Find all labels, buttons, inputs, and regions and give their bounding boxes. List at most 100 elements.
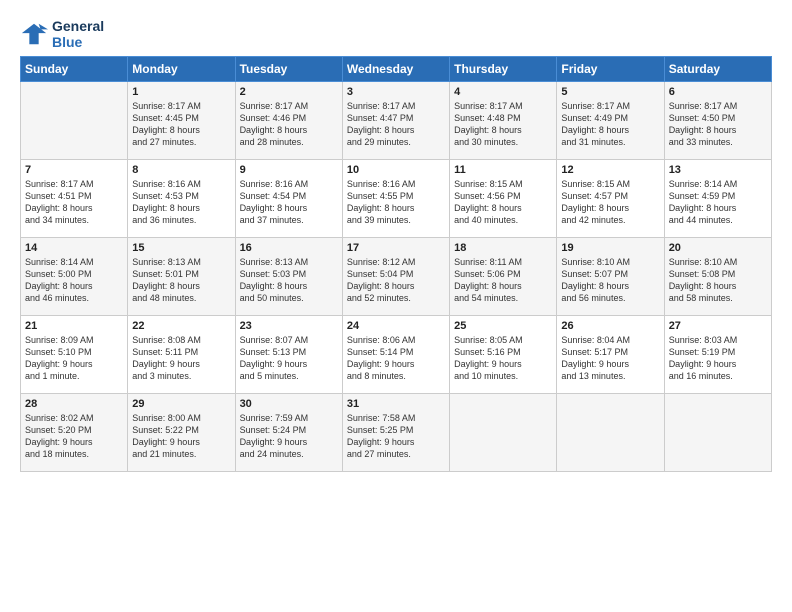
cell-content: Sunrise: 7:58 AM Sunset: 5:25 PM Dayligh… bbox=[347, 412, 445, 461]
cell-content: Sunrise: 8:09 AM Sunset: 5:10 PM Dayligh… bbox=[25, 334, 123, 383]
day-number: 29 bbox=[132, 398, 230, 410]
weekday-header: Sunday bbox=[21, 57, 128, 82]
day-number: 20 bbox=[669, 242, 767, 254]
day-number: 6 bbox=[669, 86, 767, 98]
calendar-cell: 15Sunrise: 8:13 AM Sunset: 5:01 PM Dayli… bbox=[128, 238, 235, 316]
weekday-header: Thursday bbox=[450, 57, 557, 82]
logo-text: General Blue bbox=[52, 18, 104, 50]
calendar-page: General Blue SundayMondayTuesdayWednesda… bbox=[0, 0, 792, 612]
cell-content: Sunrise: 8:17 AM Sunset: 4:51 PM Dayligh… bbox=[25, 178, 123, 227]
cell-content: Sunrise: 8:13 AM Sunset: 5:01 PM Dayligh… bbox=[132, 256, 230, 305]
day-number: 12 bbox=[561, 164, 659, 176]
day-number: 8 bbox=[132, 164, 230, 176]
calendar-cell: 11Sunrise: 8:15 AM Sunset: 4:56 PM Dayli… bbox=[450, 160, 557, 238]
calendar-cell: 28 Sunrise: 8:02 AM Sunset: 5:20 PM Dayli… bbox=[21, 394, 128, 472]
weekday-header-row: SundayMondayTuesdayWednesdayThursdayFrid… bbox=[21, 57, 772, 82]
calendar-week-row: 7 Sunrise: 8:17 AM Sunset: 4:51 PM Daylig… bbox=[21, 160, 772, 238]
cell-content: Sunrise: 8:12 AM Sunset: 5:04 PM Dayligh… bbox=[347, 256, 445, 305]
calendar-week-row: 21 Sunrise: 8:09 AM Sunset: 5:10 PM Dayli… bbox=[21, 316, 772, 394]
calendar-cell: 7 Sunrise: 8:17 AM Sunset: 4:51 PM Daylig… bbox=[21, 160, 128, 238]
cell-content: Sunrise: 8:08 AM Sunset: 5:11 PM Dayligh… bbox=[132, 334, 230, 383]
calendar-cell bbox=[450, 394, 557, 472]
calendar-cell: 4Sunrise: 8:17 AM Sunset: 4:48 PM Daylig… bbox=[450, 82, 557, 160]
day-number: 10 bbox=[347, 164, 445, 176]
cell-content: Sunrise: 8:14 AM Sunset: 5:00 PM Dayligh… bbox=[25, 256, 123, 305]
calendar-cell: 23 Sunrise: 8:07 AM Sunset: 5:13 PM Dayli… bbox=[235, 316, 342, 394]
calendar-cell: 17 Sunrise: 8:12 AM Sunset: 5:04 PM Dayli… bbox=[342, 238, 449, 316]
cell-content: Sunrise: 8:02 AM Sunset: 5:20 PM Dayligh… bbox=[25, 412, 123, 461]
cell-content: Sunrise: 8:03 AM Sunset: 5:19 PM Dayligh… bbox=[669, 334, 767, 383]
calendar-cell: 30Sunrise: 7:59 AM Sunset: 5:24 PM Dayli… bbox=[235, 394, 342, 472]
day-number: 16 bbox=[240, 242, 338, 254]
day-number: 1 bbox=[132, 86, 230, 98]
calendar-cell: 5 Sunrise: 8:17 AM Sunset: 4:49 PM Daylig… bbox=[557, 82, 664, 160]
day-number: 13 bbox=[669, 164, 767, 176]
calendar-cell: 12 Sunrise: 8:15 AM Sunset: 4:57 PM Dayli… bbox=[557, 160, 664, 238]
cell-content: Sunrise: 8:05 AM Sunset: 5:16 PM Dayligh… bbox=[454, 334, 552, 383]
day-number: 25 bbox=[454, 320, 552, 332]
day-number: 17 bbox=[347, 242, 445, 254]
cell-content: Sunrise: 8:17 AM Sunset: 4:45 PM Dayligh… bbox=[132, 100, 230, 149]
cell-content: Sunrise: 8:14 AM Sunset: 4:59 PM Dayligh… bbox=[669, 178, 767, 227]
calendar-cell: 19 Sunrise: 8:10 AM Sunset: 5:07 PM Dayli… bbox=[557, 238, 664, 316]
calendar-week-row: 14 Sunrise: 8:14 AM Sunset: 5:00 PM Dayli… bbox=[21, 238, 772, 316]
day-number: 7 bbox=[25, 164, 123, 176]
day-number: 21 bbox=[25, 320, 123, 332]
day-number: 22 bbox=[132, 320, 230, 332]
calendar-week-row: 28 Sunrise: 8:02 AM Sunset: 5:20 PM Dayli… bbox=[21, 394, 772, 472]
cell-content: Sunrise: 8:16 AM Sunset: 4:54 PM Dayligh… bbox=[240, 178, 338, 227]
cell-content: Sunrise: 8:16 AM Sunset: 4:55 PM Dayligh… bbox=[347, 178, 445, 227]
calendar-cell: 20 Sunrise: 8:10 AM Sunset: 5:08 PM Dayli… bbox=[664, 238, 771, 316]
weekday-header: Monday bbox=[128, 57, 235, 82]
weekday-header: Friday bbox=[557, 57, 664, 82]
calendar-cell: 26Sunrise: 8:04 AM Sunset: 5:17 PM Dayli… bbox=[557, 316, 664, 394]
cell-content: Sunrise: 8:15 AM Sunset: 4:57 PM Dayligh… bbox=[561, 178, 659, 227]
calendar-cell bbox=[21, 82, 128, 160]
cell-content: Sunrise: 8:17 AM Sunset: 4:46 PM Dayligh… bbox=[240, 100, 338, 149]
calendar-cell: 22 Sunrise: 8:08 AM Sunset: 5:11 PM Dayli… bbox=[128, 316, 235, 394]
calendar-cell: 25 Sunrise: 8:05 AM Sunset: 5:16 PM Dayli… bbox=[450, 316, 557, 394]
day-number: 28 bbox=[25, 398, 123, 410]
cell-content: Sunrise: 8:17 AM Sunset: 4:50 PM Dayligh… bbox=[669, 100, 767, 149]
calendar-cell: 9 Sunrise: 8:16 AM Sunset: 4:54 PM Daylig… bbox=[235, 160, 342, 238]
cell-content: Sunrise: 8:17 AM Sunset: 4:49 PM Dayligh… bbox=[561, 100, 659, 149]
calendar-cell: 24Sunrise: 8:06 AM Sunset: 5:14 PM Dayli… bbox=[342, 316, 449, 394]
day-number: 24 bbox=[347, 320, 445, 332]
day-number: 23 bbox=[240, 320, 338, 332]
cell-content: Sunrise: 8:07 AM Sunset: 5:13 PM Dayligh… bbox=[240, 334, 338, 383]
cell-content: Sunrise: 8:11 AM Sunset: 5:06 PM Dayligh… bbox=[454, 256, 552, 305]
logo-icon bbox=[20, 20, 48, 48]
calendar-cell: 29 Sunrise: 8:00 AM Sunset: 5:22 PM Dayli… bbox=[128, 394, 235, 472]
calendar-cell bbox=[557, 394, 664, 472]
calendar-table: SundayMondayTuesdayWednesdayThursdayFrid… bbox=[20, 56, 772, 472]
cell-content: Sunrise: 7:59 AM Sunset: 5:24 PM Dayligh… bbox=[240, 412, 338, 461]
calendar-cell: 3 Sunrise: 8:17 AM Sunset: 4:47 PM Daylig… bbox=[342, 82, 449, 160]
day-number: 2 bbox=[240, 86, 338, 98]
calendar-cell: 14 Sunrise: 8:14 AM Sunset: 5:00 PM Dayli… bbox=[21, 238, 128, 316]
calendar-cell: 16 Sunrise: 8:13 AM Sunset: 5:03 PM Dayli… bbox=[235, 238, 342, 316]
weekday-header: Wednesday bbox=[342, 57, 449, 82]
day-number: 26 bbox=[561, 320, 659, 332]
cell-content: Sunrise: 8:16 AM Sunset: 4:53 PM Dayligh… bbox=[132, 178, 230, 227]
weekday-header: Saturday bbox=[664, 57, 771, 82]
day-number: 14 bbox=[25, 242, 123, 254]
cell-content: Sunrise: 8:10 AM Sunset: 5:07 PM Dayligh… bbox=[561, 256, 659, 305]
cell-content: Sunrise: 8:13 AM Sunset: 5:03 PM Dayligh… bbox=[240, 256, 338, 305]
day-number: 3 bbox=[347, 86, 445, 98]
day-number: 18 bbox=[454, 242, 552, 254]
day-number: 9 bbox=[240, 164, 338, 176]
cell-content: Sunrise: 8:00 AM Sunset: 5:22 PM Dayligh… bbox=[132, 412, 230, 461]
cell-content: Sunrise: 8:17 AM Sunset: 4:47 PM Dayligh… bbox=[347, 100, 445, 149]
calendar-cell: 2 Sunrise: 8:17 AM Sunset: 4:46 PM Daylig… bbox=[235, 82, 342, 160]
weekday-header: Tuesday bbox=[235, 57, 342, 82]
header: General Blue bbox=[20, 18, 772, 50]
calendar-cell: 31Sunrise: 7:58 AM Sunset: 5:25 PM Dayli… bbox=[342, 394, 449, 472]
day-number: 5 bbox=[561, 86, 659, 98]
cell-content: Sunrise: 8:10 AM Sunset: 5:08 PM Dayligh… bbox=[669, 256, 767, 305]
calendar-cell: 13 Sunrise: 8:14 AM Sunset: 4:59 PM Dayli… bbox=[664, 160, 771, 238]
day-number: 19 bbox=[561, 242, 659, 254]
cell-content: Sunrise: 8:17 AM Sunset: 4:48 PM Dayligh… bbox=[454, 100, 552, 149]
calendar-cell bbox=[664, 394, 771, 472]
logo: General Blue bbox=[20, 18, 104, 50]
cell-content: Sunrise: 8:15 AM Sunset: 4:56 PM Dayligh… bbox=[454, 178, 552, 227]
